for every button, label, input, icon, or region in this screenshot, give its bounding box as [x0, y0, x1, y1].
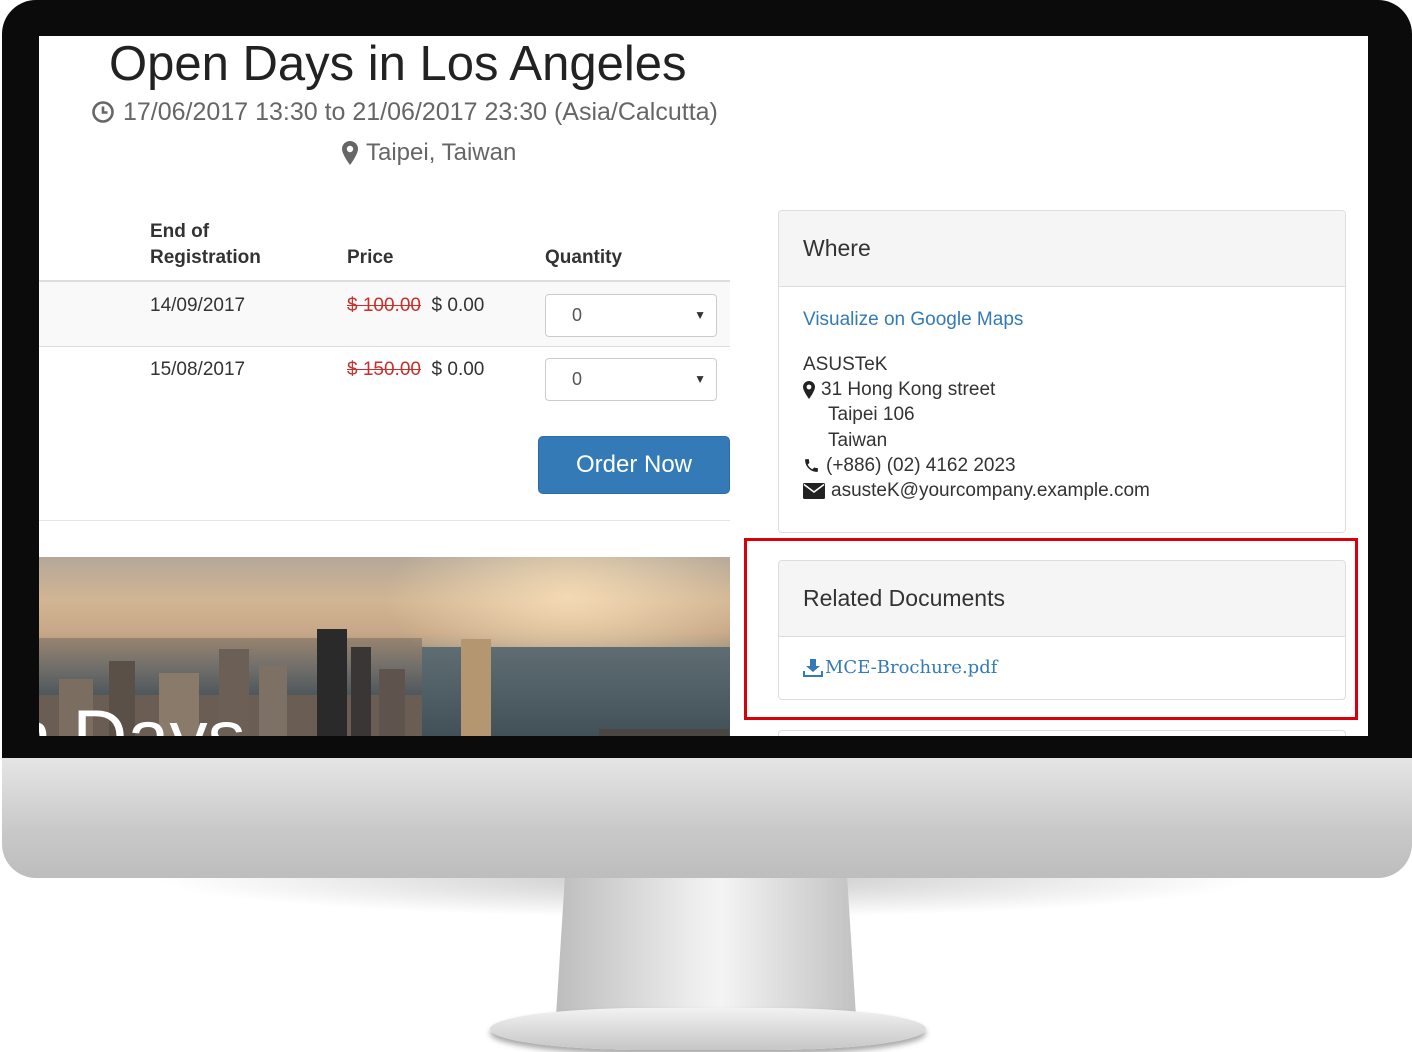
address-street-text: 31 Hong Kong street	[821, 379, 996, 400]
event-dates-text: 17/06/2017 13:30 to 21/06/2017 23:30 (As…	[123, 98, 718, 126]
where-heading: Where	[779, 211, 1345, 287]
monitor-chin	[2, 756, 1412, 878]
row2-end-date: 15/08/2017	[150, 359, 246, 380]
company-name: ASUSTeK	[803, 354, 888, 375]
event-location-text: Taipei, Taiwan	[366, 139, 517, 166]
header-quantity: Quantity	[545, 247, 623, 268]
row1-quantity-select[interactable]: 0 ▼	[545, 294, 717, 337]
row1-price: $ 100.00 $ 0.00	[347, 293, 484, 319]
header-end-line1: End of	[150, 221, 210, 242]
header-end-of-registration: End of Registration	[150, 219, 261, 271]
building	[259, 665, 287, 736]
building	[461, 639, 491, 736]
row2-old-price: $ 150.00	[347, 359, 421, 380]
email-text: asusteK@yourcompany.example.com	[831, 480, 1150, 501]
row1-end-date: 14/09/2017	[150, 295, 246, 316]
header-price: Price	[347, 247, 394, 268]
order-now-button[interactable]: Order Now	[538, 436, 730, 494]
building	[317, 629, 347, 736]
row1-new-price: $ 0.00	[431, 295, 485, 316]
event-location: Taipei, Taiwan	[342, 137, 516, 169]
row2-quantity-select[interactable]: 0 ▼	[545, 358, 717, 401]
row1-old-price: $ 100.00	[347, 295, 421, 316]
phone-icon	[805, 459, 818, 472]
email: asusteK@yourcompany.example.com	[803, 478, 1150, 503]
section-divider	[39, 520, 730, 521]
header-end-line2: Registration	[150, 247, 261, 268]
page-title: Open Days in Los Angeles	[109, 37, 687, 91]
monitor-stand-base	[490, 1008, 926, 1050]
caret-down-icon: ▼	[694, 308, 706, 322]
where-panel: Where Visualize on Google Maps ASUSTeK 3…	[778, 210, 1346, 533]
caret-down-icon: ▼	[694, 372, 706, 386]
next-panel-edge	[778, 730, 1346, 736]
phone: (+886) (02) 4162 2023	[803, 453, 1016, 478]
highlight-box	[744, 538, 1358, 720]
building	[351, 647, 371, 736]
envelope-icon	[803, 482, 825, 499]
row2-price: $ 150.00 $ 0.00	[347, 357, 484, 383]
event-dates: 17/06/2017 13:30 to 21/06/2017 23:30 (As…	[91, 96, 718, 128]
banner-caption: n Days	[39, 693, 246, 736]
phone-text: (+886) (02) 4162 2023	[826, 455, 1016, 476]
row2-new-price: $ 0.00	[431, 359, 485, 380]
address-city: Taipei 106	[828, 404, 915, 425]
row1-quantity-value: 0	[572, 305, 583, 325]
address-street: 31 Hong Kong street	[803, 377, 995, 402]
row2-quantity-value: 0	[572, 369, 583, 389]
clock-icon	[92, 101, 114, 123]
building	[379, 669, 405, 736]
address-country: Taiwan	[828, 430, 888, 451]
map-marker-icon	[342, 141, 358, 165]
monitor-stand	[556, 876, 856, 1016]
table-row-divider	[39, 346, 730, 347]
map-marker-icon	[803, 380, 815, 399]
google-maps-link[interactable]: Visualize on Google Maps	[803, 307, 1023, 333]
event-banner-image: n Days	[39, 557, 730, 736]
building	[599, 729, 729, 736]
